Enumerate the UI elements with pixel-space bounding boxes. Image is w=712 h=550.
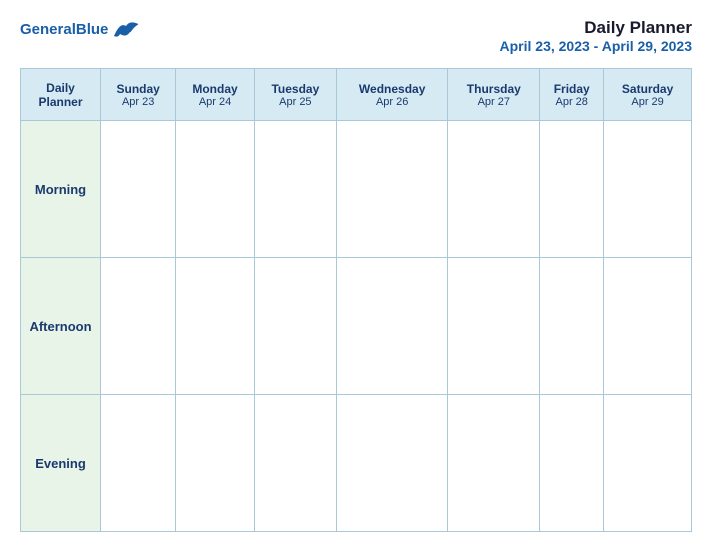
title-block: Daily Planner April 23, 2023 - April 29,… <box>500 18 692 54</box>
header-cell-tuesday: Tuesday Apr 25 <box>254 69 336 121</box>
row-afternoon: Afternoon <box>21 258 692 395</box>
page-title: Daily Planner <box>500 18 692 38</box>
header-cell-friday: Friday Apr 28 <box>540 69 604 121</box>
logo: GeneralBlue <box>20 18 140 40</box>
header-cell-thursday: Thursday Apr 27 <box>448 69 540 121</box>
row-evening: Evening <box>21 395 692 532</box>
header-row: Daily Planner Sunday Apr 23 Monday Apr 2… <box>21 69 692 121</box>
cell-morning-monday[interactable] <box>176 121 254 258</box>
header-cell-wednesday: Wednesday Apr 26 <box>336 69 447 121</box>
cell-afternoon-monday[interactable] <box>176 258 254 395</box>
cell-evening-monday[interactable] <box>176 395 254 532</box>
cell-morning-friday[interactable] <box>540 121 604 258</box>
cell-evening-tuesday[interactable] <box>254 395 336 532</box>
cell-afternoon-tuesday[interactable] <box>254 258 336 395</box>
cell-afternoon-saturday[interactable] <box>604 258 692 395</box>
header-cell-label: Daily Planner <box>21 69 101 121</box>
calendar-table: Daily Planner Sunday Apr 23 Monday Apr 2… <box>20 68 692 532</box>
row-morning: Morning <box>21 121 692 258</box>
cell-morning-thursday[interactable] <box>448 121 540 258</box>
row-label-morning: Morning <box>21 121 101 258</box>
header-cell-monday: Monday Apr 24 <box>176 69 254 121</box>
cell-morning-tuesday[interactable] <box>254 121 336 258</box>
cell-afternoon-friday[interactable] <box>540 258 604 395</box>
cell-afternoon-sunday[interactable] <box>101 258 176 395</box>
page-header: GeneralBlue Daily Planner April 23, 2023… <box>20 18 692 54</box>
cell-evening-sunday[interactable] <box>101 395 176 532</box>
header-cell-sunday: Sunday Apr 23 <box>101 69 176 121</box>
cell-evening-saturday[interactable] <box>604 395 692 532</box>
logo-bird-icon <box>112 18 140 40</box>
cell-evening-wednesday[interactable] <box>336 395 447 532</box>
date-range: April 23, 2023 - April 29, 2023 <box>500 38 692 54</box>
logo-text: GeneralBlue <box>20 22 108 37</box>
cell-morning-saturday[interactable] <box>604 121 692 258</box>
cell-afternoon-thursday[interactable] <box>448 258 540 395</box>
row-label-afternoon: Afternoon <box>21 258 101 395</box>
cell-morning-wednesday[interactable] <box>336 121 447 258</box>
cell-morning-sunday[interactable] <box>101 121 176 258</box>
row-label-evening: Evening <box>21 395 101 532</box>
cell-afternoon-wednesday[interactable] <box>336 258 447 395</box>
header-cell-saturday: Saturday Apr 29 <box>604 69 692 121</box>
cell-evening-friday[interactable] <box>540 395 604 532</box>
cell-evening-thursday[interactable] <box>448 395 540 532</box>
